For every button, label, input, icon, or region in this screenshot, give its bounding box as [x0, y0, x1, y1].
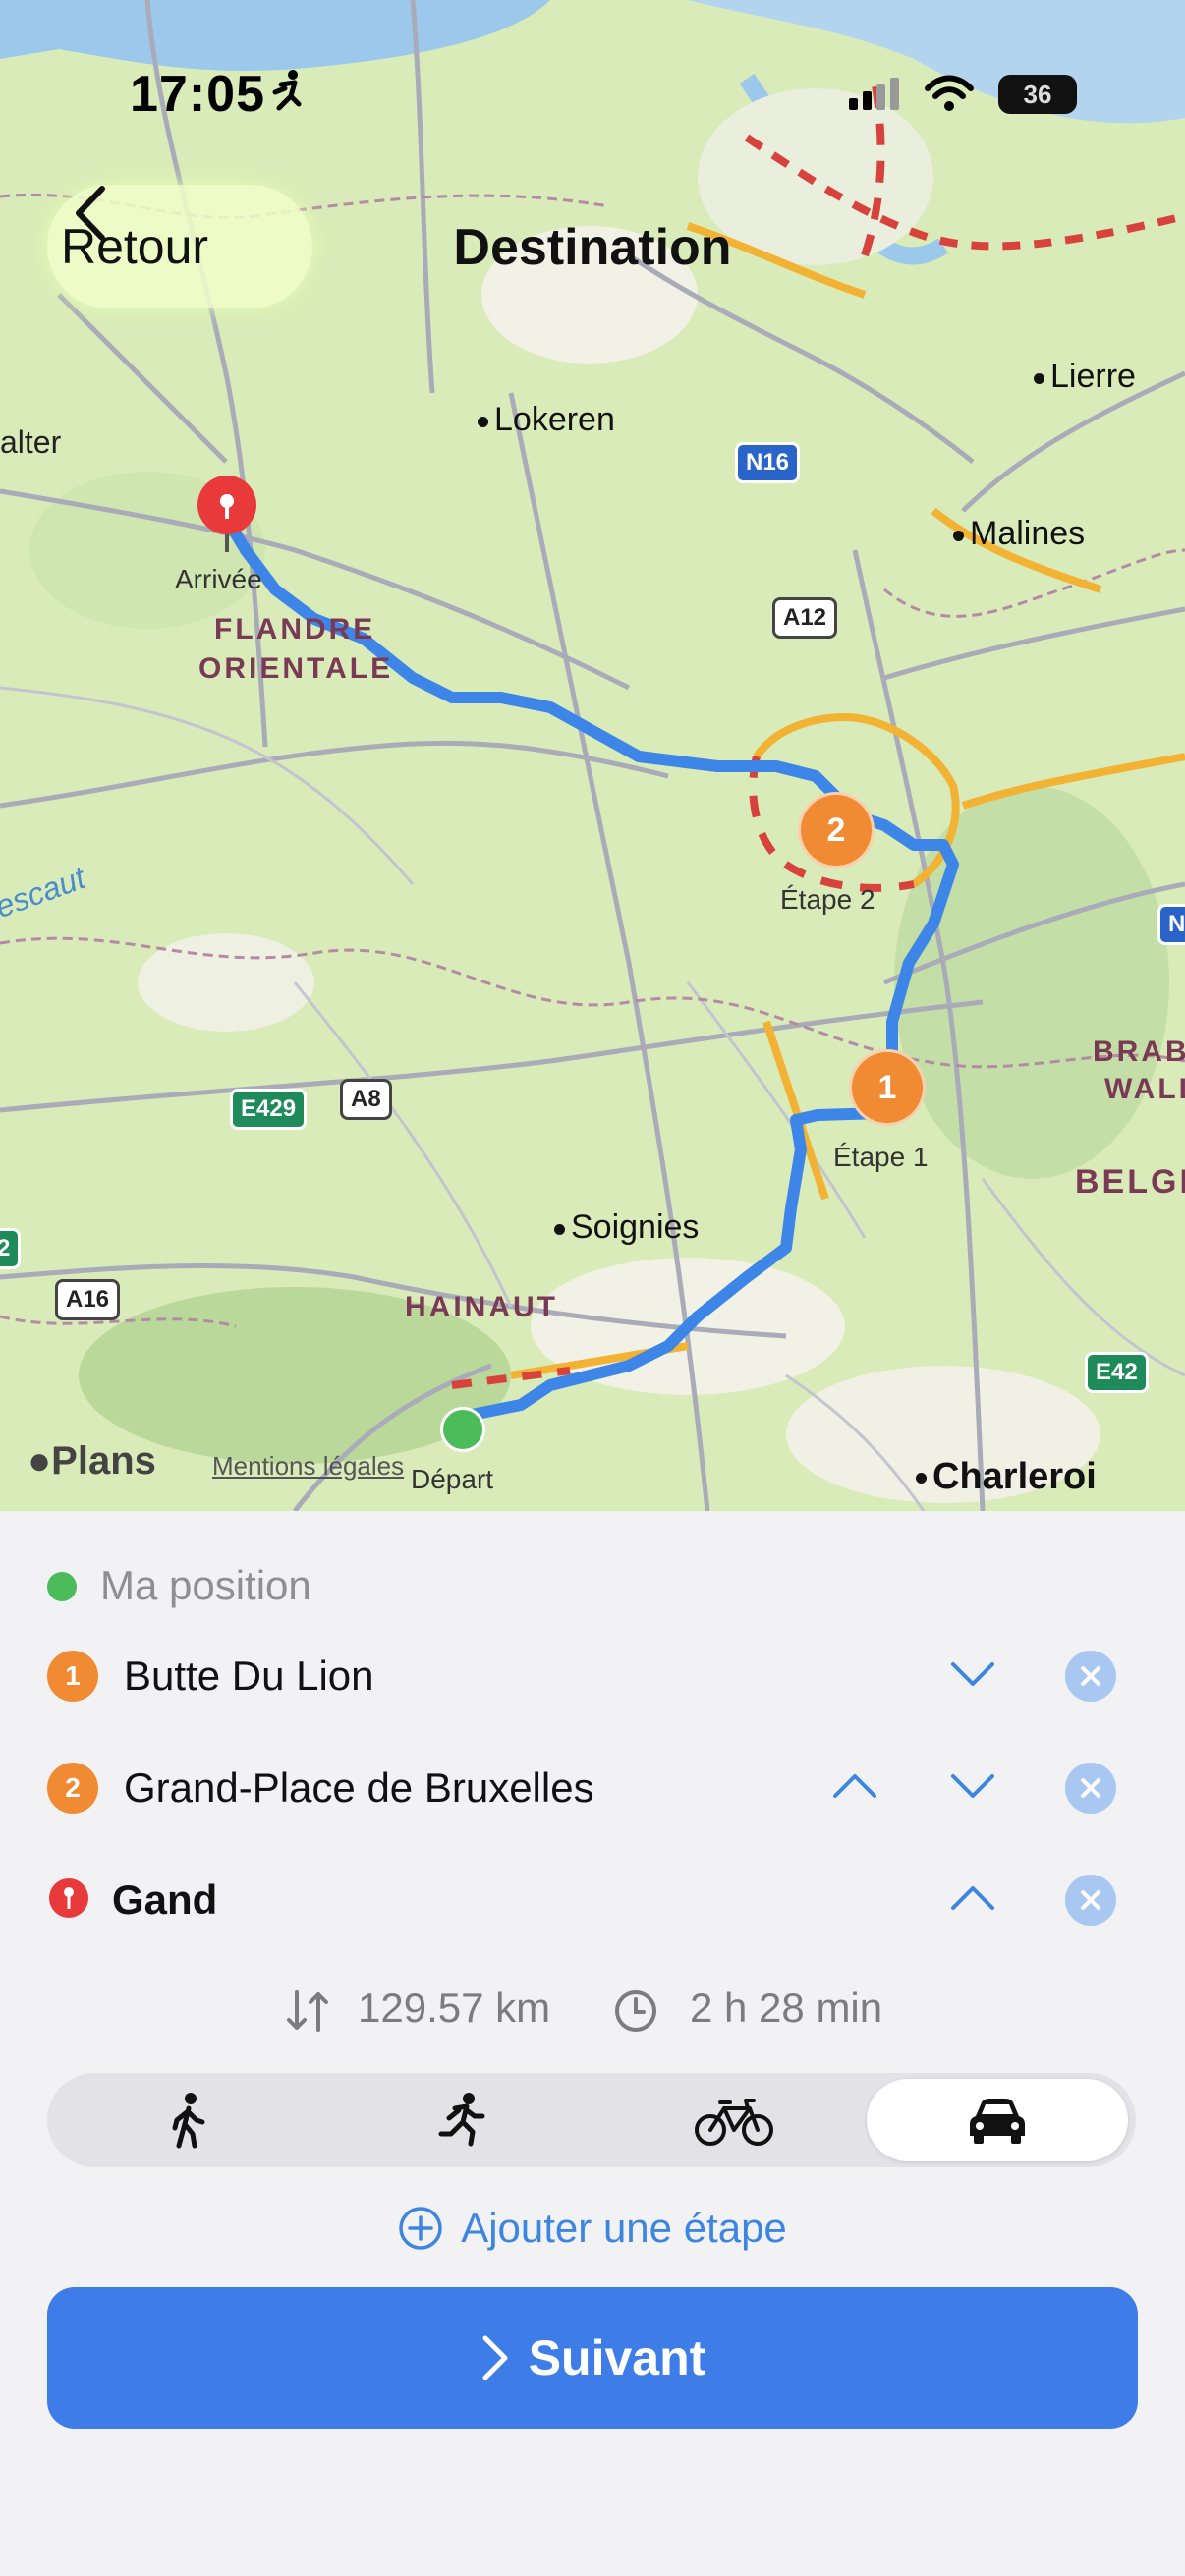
move-down-button[interactable]	[949, 1768, 996, 1809]
stop-row-1[interactable]: 1 Butte Du Lion	[0, 1627, 1185, 1725]
close-icon	[1081, 1890, 1100, 1910]
map-label-partial: alter	[0, 424, 62, 460]
maps-attribution: ●Plans	[28, 1439, 156, 1484]
chevron-down-icon	[951, 1662, 994, 1686]
mode-walk[interactable]	[57, 2079, 318, 2161]
city-label: Lokeren	[478, 401, 615, 439]
transport-mode-selector[interactable]	[47, 2073, 1136, 2167]
page-title: Destination	[453, 219, 732, 276]
road-shield: N16	[735, 442, 801, 483]
route-distance: 129.57 km	[358, 1985, 551, 2031]
city-name: Lierre	[1050, 358, 1136, 395]
start-dot	[47, 1572, 77, 1601]
car-icon	[970, 2099, 1025, 2144]
stop2-map-pin[interactable]: 2	[798, 792, 875, 868]
battery-level: 36	[1023, 79, 1052, 109]
running-icon	[438, 2093, 485, 2147]
move-down-button[interactable]	[949, 1656, 996, 1697]
city-label: Soignies	[554, 1208, 699, 1247]
region-label: FLANDRE	[214, 613, 376, 645]
plus-circle-icon	[399, 2207, 442, 2250]
road-shield: 2	[0, 1228, 22, 1269]
move-up-button[interactable]	[831, 1768, 878, 1809]
maps-attribution-text: Plans	[51, 1439, 156, 1483]
next-button[interactable]: Suivant	[47, 2287, 1138, 2429]
chevron-right-icon	[482, 2335, 508, 2380]
remove-stop-button[interactable]	[1065, 1651, 1116, 1702]
road-shield: A12	[772, 597, 838, 639]
apple-logo-icon: ●	[28, 1439, 52, 1483]
stop1-map-pin[interactable]: 1	[849, 1049, 926, 1126]
stop-number-badge: 1	[47, 1651, 98, 1702]
city-name: Lokeren	[494, 401, 615, 438]
chevron-up-icon	[833, 1774, 876, 1798]
next-label: Suivant	[528, 2330, 706, 2385]
region-label: ORIENTALE	[198, 652, 394, 685]
stop1-map-label: Étape 1	[833, 1142, 929, 1172]
route-map[interactable]: 17:05 36 Retour Destination alter escaut…	[0, 0, 1185, 1511]
add-stop-label: Ajouter une étape	[461, 2205, 787, 2251]
legal-notices-link[interactable]: Mentions légales	[212, 1451, 404, 1482]
move-up-button[interactable]	[949, 1880, 996, 1921]
add-stop-button[interactable]: Ajouter une étape	[0, 2199, 1185, 2258]
stop-name: Grand-Place de Bruxelles	[124, 1764, 594, 1811]
start-row[interactable]: Ma position	[0, 1537, 1185, 1635]
road-shield: E42	[1085, 1352, 1149, 1393]
stop-row-2[interactable]: 2 Grand-Place de Bruxelles	[0, 1739, 1185, 1837]
city-name: Charleroi	[932, 1456, 1097, 1497]
city-label: Malines	[953, 515, 1085, 553]
road-shield: A8	[340, 1079, 392, 1120]
status-bar: 17:05 36	[0, 0, 1185, 187]
stop-name: Butte Du Lion	[124, 1652, 374, 1699]
distance-icon	[285, 1988, 330, 2039]
stop-number-badge: 2	[47, 1763, 98, 1814]
clock-icon	[613, 1988, 658, 2039]
remove-stop-button[interactable]	[1065, 1763, 1116, 1814]
close-icon	[1081, 1666, 1100, 1686]
destination-row[interactable]: Gand	[0, 1851, 1185, 1949]
destination-pin-icon	[49, 1878, 88, 1918]
walking-icon	[172, 2093, 205, 2149]
road-shield: E429	[230, 1089, 308, 1130]
city-name: Malines	[970, 515, 1086, 552]
road-shield: A16	[55, 1279, 121, 1320]
destination-name: Gand	[112, 1876, 218, 1923]
departure-label: Départ	[411, 1464, 494, 1494]
departure-map-pin[interactable]	[440, 1407, 485, 1452]
mode-bike[interactable]	[603, 2079, 865, 2161]
mode-run[interactable]	[330, 2079, 592, 2161]
status-time: 17:05	[130, 66, 265, 123]
stop2-map-label: Étape 2	[780, 884, 875, 915]
start-label: Ma position	[100, 1562, 311, 1608]
city-label: Lierre	[1034, 358, 1136, 396]
region-label: BELGI	[1075, 1163, 1185, 1201]
remove-stop-button[interactable]	[1065, 1875, 1116, 1926]
city-label: Charleroi	[916, 1456, 1097, 1498]
road-shield: N2	[1157, 904, 1185, 945]
chevron-up-icon	[951, 1886, 994, 1910]
battery-icon: 36	[998, 75, 1077, 114]
close-icon	[1081, 1778, 1100, 1798]
region-label: WALL	[1104, 1073, 1185, 1105]
arrival-label: Arrivée	[175, 564, 262, 594]
region-label: HAINAUT	[405, 1291, 558, 1323]
region-label: BRAB	[1093, 1036, 1185, 1068]
mode-car[interactable]	[867, 2079, 1128, 2161]
bicycle-icon	[695, 2099, 773, 2146]
city-name: Soignies	[571, 1208, 700, 1246]
route-duration: 2 h 28 min	[690, 1985, 883, 2031]
chevron-down-icon	[951, 1774, 994, 1798]
route-stats: 129.57 km 2 h 28 min	[0, 1981, 1185, 2040]
